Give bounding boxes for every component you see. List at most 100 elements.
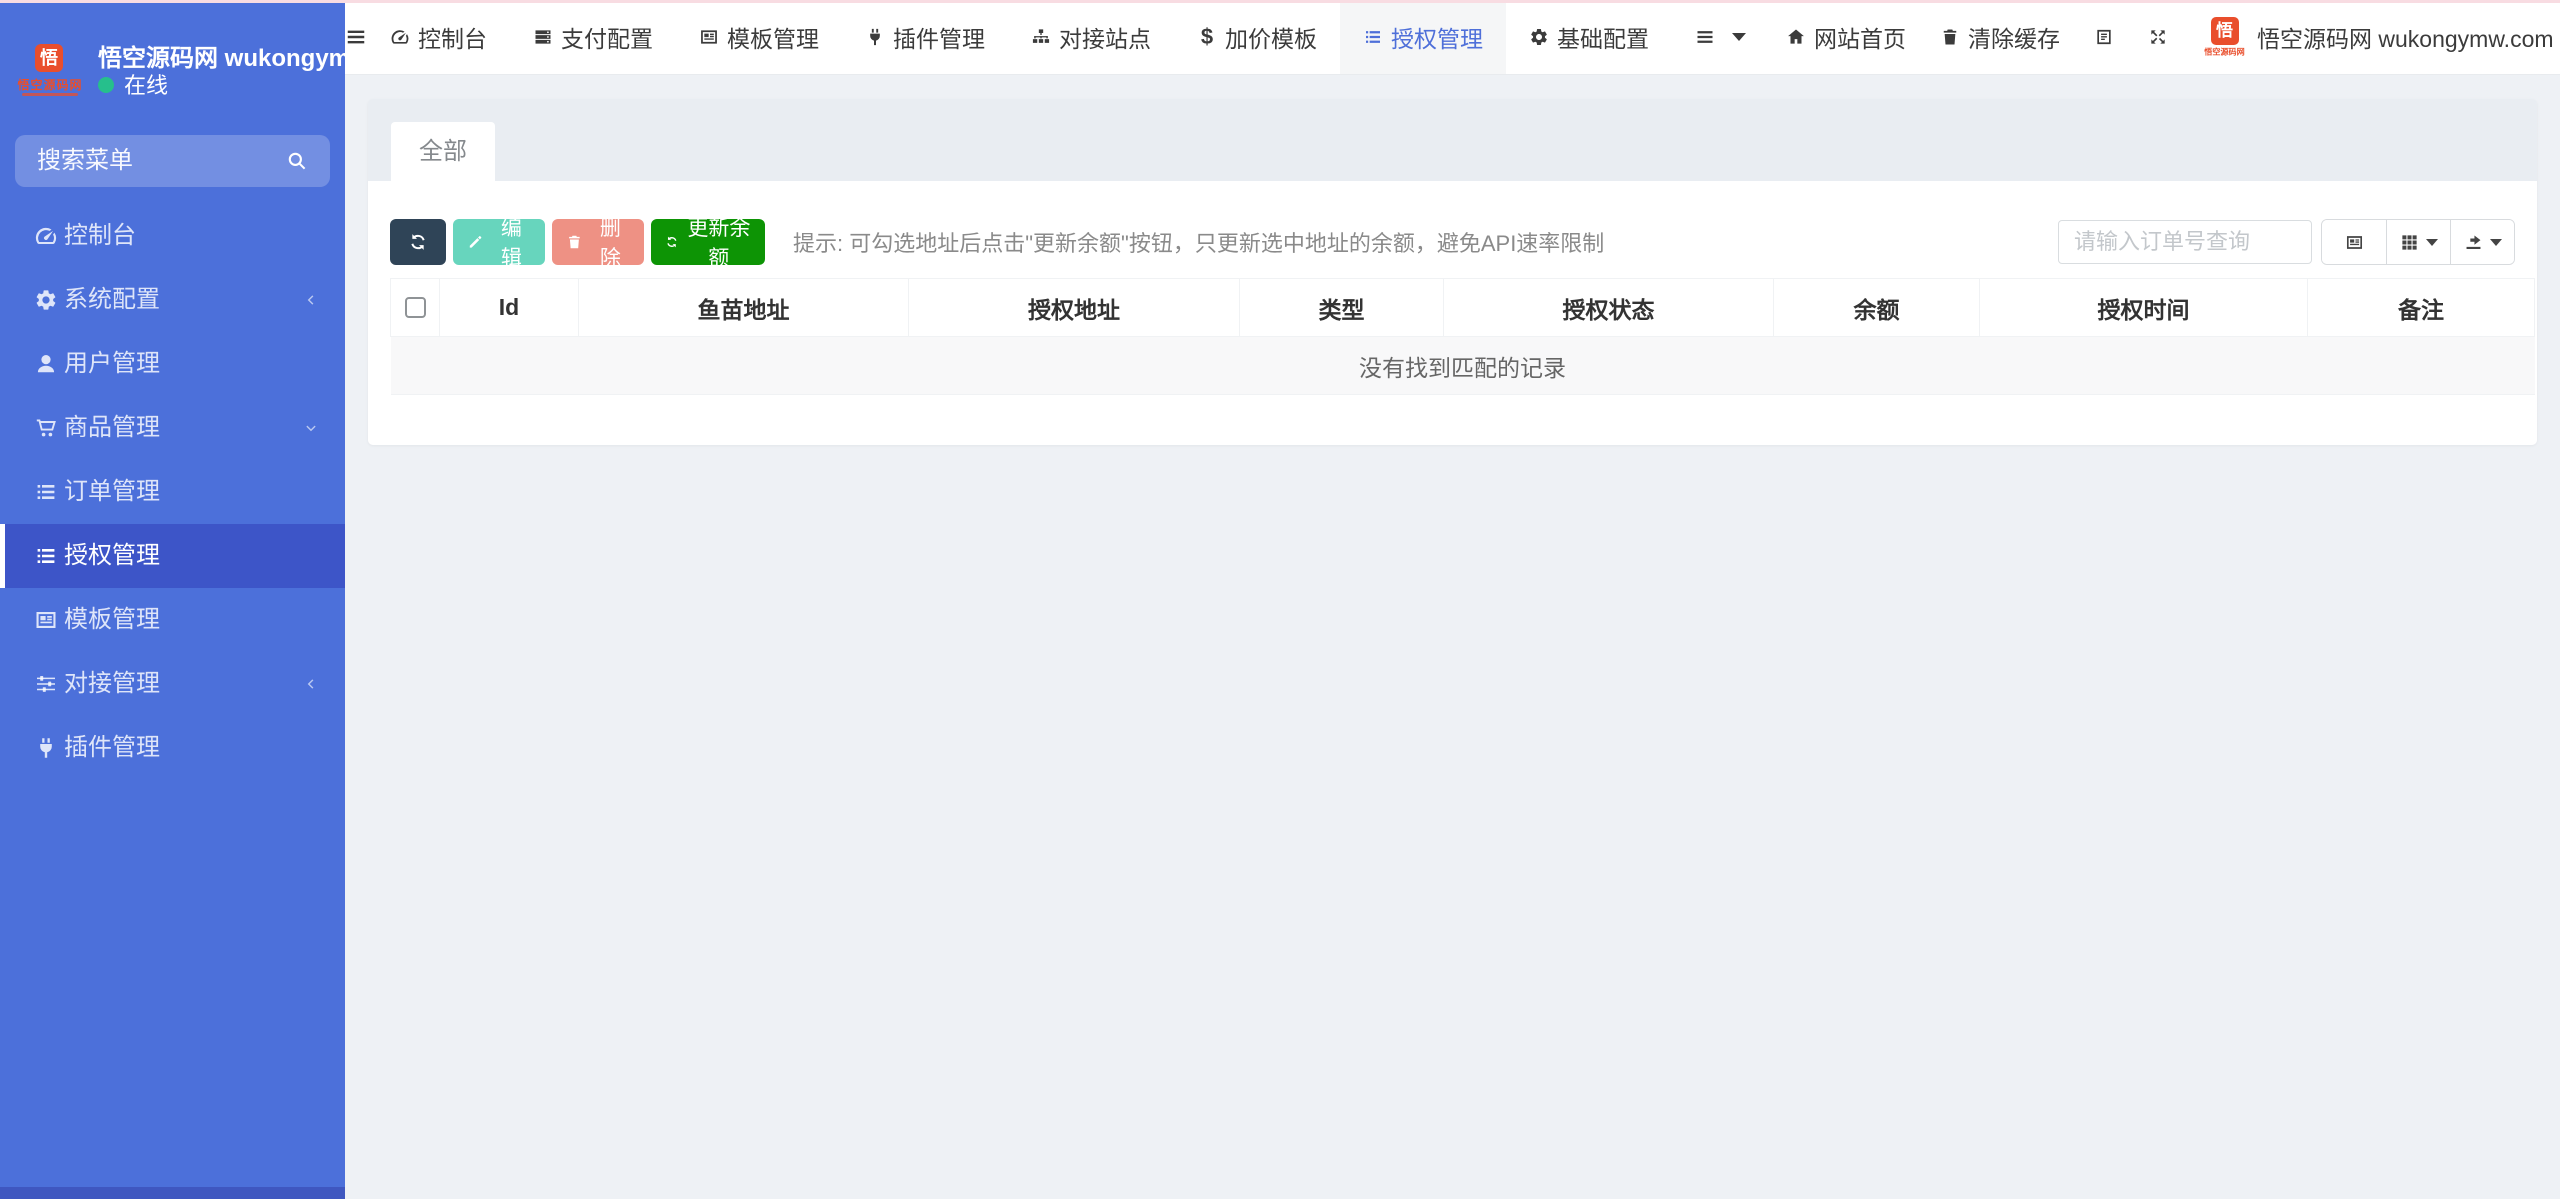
table-empty-row: 没有找到匹配的记录 — [391, 337, 2535, 395]
select-all-checkbox[interactable] — [405, 297, 426, 318]
sidebar: 悟 悟空源码网 悟空源码网 wukongymw.com 在线 控制台系统配置用户… — [0, 0, 345, 1199]
search-icon[interactable] — [286, 150, 308, 172]
chevron-left-icon — [303, 292, 319, 308]
tab-all[interactable]: 全部 — [391, 122, 495, 181]
sidebar-search-input[interactable] — [35, 135, 285, 187]
nav-item-label: 授权管理 — [1391, 20, 1483, 54]
dollar-icon: $ — [1197, 27, 1217, 47]
nav-item-基础配置[interactable]: 基础配置 — [1506, 0, 1672, 74]
refresh-button[interactable] — [390, 219, 446, 265]
language[interactable] — [2077, 0, 2131, 74]
nav-item-插件管理[interactable]: 插件管理 — [842, 0, 1008, 74]
auth-table: Id鱼苗地址授权地址类型授权状态余额授权时间备注 没有找到匹配的记录 — [390, 278, 2535, 395]
refresh-icon — [665, 233, 679, 251]
sidebar-item-8[interactable]: 对接管理 — [0, 652, 345, 716]
caret-down-icon — [2490, 239, 2502, 246]
delete-button[interactable]: 删除 — [552, 219, 644, 265]
panel-body: 编辑 删除 更新余额 提示: 可勾选地址后点击"更新余额"按钮，只更新选中地址的… — [368, 181, 2537, 445]
plug-icon — [34, 736, 58, 760]
site-home[interactable]: 网站首页 — [1769, 0, 1923, 74]
sidebar-item-4[interactable]: 商品管理 — [0, 396, 345, 460]
top-navbar: 控制台 支付配置模板管理 插件管理 对接站点 $ 加价模板 授权管理 基础配置 网站首页 清除缓… — [345, 0, 2560, 75]
nav-item-label: 基础配置 — [1557, 20, 1649, 54]
refresh-icon — [408, 232, 428, 252]
nav-item-对接站点[interactable]: 对接站点 — [1008, 0, 1174, 74]
brand-logo: 悟 — [35, 44, 63, 72]
column-header-Id: Id — [440, 279, 579, 337]
nav-item-label: 对接站点 — [1059, 20, 1151, 54]
sidebar-item-7[interactable]: 模板管理 — [0, 588, 345, 652]
list-alt-icon — [2345, 233, 2364, 252]
gear-icon — [34, 288, 58, 312]
sidebar-item-label: 模板管理 — [64, 588, 160, 652]
fullscreen[interactable] — [2131, 0, 2185, 74]
empty-message: 没有找到匹配的记录 — [391, 337, 2535, 395]
navbar-actions: 网站首页 清除缓存 悟悟空源码网悟空源码网 wukongymw.com — [1769, 0, 2560, 74]
user-icon — [34, 352, 58, 376]
sidebar-item-6[interactable]: 授权管理 — [0, 524, 345, 588]
sidebar-toggle-button[interactable] — [345, 0, 367, 74]
edit-button[interactable]: 编辑 — [453, 219, 545, 265]
update-balance-button[interactable]: 更新余额 — [651, 219, 765, 265]
panel: 全部 编辑 删除 更新余额 提示: 可勾选地址后点击"更新余额"按钮，只更新选中… — [368, 99, 2537, 445]
nav-item-加价模板[interactable]: $ 加价模板 — [1174, 0, 1340, 74]
sidebar-collapse-bar[interactable] — [0, 1187, 345, 1199]
clear-cache[interactable]: 清除缓存 — [1923, 0, 2077, 74]
dashboard-icon — [390, 27, 410, 47]
grid-icon — [2400, 233, 2419, 252]
sidebar-item-label: 系统配置 — [64, 268, 160, 332]
nav-item-模板管理[interactable]: 模板管理 — [676, 0, 842, 74]
export-icon — [2464, 233, 2483, 252]
order-search-input[interactable] — [2058, 220, 2312, 264]
chevron-down-icon — [303, 420, 319, 436]
avatar: 悟悟空源码网 — [2202, 17, 2247, 58]
sidebar-item-3[interactable]: 用户管理 — [0, 332, 345, 396]
column-header-授权状态: 授权状态 — [1444, 279, 1774, 337]
template-icon — [699, 27, 719, 47]
sidebar-item-5[interactable]: 订单管理 — [0, 460, 345, 524]
column-header-授权地址: 授权地址 — [909, 279, 1240, 337]
nav-more-dropdown[interactable] — [1672, 0, 1769, 74]
sidebar-item-2[interactable]: 系统配置 — [0, 268, 345, 332]
nav-item-授权管理[interactable]: 授权管理 — [1340, 0, 1506, 74]
brand[interactable]: 悟 悟空源码网 悟空源码网 wukongymw.com 在线 — [0, 0, 345, 120]
common-search-toggle-button[interactable] — [2322, 220, 2386, 264]
list-icon — [1363, 27, 1383, 47]
column-header-余额: 余额 — [1774, 279, 1980, 337]
sidebar-item-label: 对接管理 — [64, 652, 160, 716]
table-view-button-group — [2321, 219, 2515, 265]
export-dropdown-button[interactable] — [2450, 220, 2514, 264]
fullscreen-icon — [2148, 27, 2168, 47]
language-icon — [2094, 27, 2114, 47]
sidebar-search — [15, 135, 330, 187]
chevron-left-icon — [303, 676, 319, 692]
nav-item-支付配置[interactable]: 支付配置 — [510, 0, 676, 74]
nav-item-label: 清除缓存 — [1968, 20, 2060, 54]
home-icon — [1786, 27, 1806, 47]
column-header-类型: 类型 — [1240, 279, 1444, 337]
sidebar-item-label: 控制台 — [64, 204, 136, 268]
nav-item-label: 支付配置 — [561, 20, 653, 54]
toolbar: 编辑 删除 更新余额 提示: 可勾选地址后点击"更新余额"按钮，只更新选中地址的… — [390, 219, 2515, 265]
bars-icon — [1695, 27, 1715, 47]
nav-item-label: 加价模板 — [1225, 20, 1317, 54]
cart-icon — [34, 416, 58, 440]
nav-item-控制台[interactable]: 控制台 — [367, 0, 510, 74]
sidebar-item-1[interactable]: 控制台 — [0, 204, 345, 268]
dashboard-icon — [34, 224, 58, 248]
list-icon — [34, 544, 58, 568]
select-all-header-cell — [391, 279, 440, 337]
nav-item-label: 插件管理 — [893, 20, 985, 54]
sitemap-icon — [1031, 27, 1051, 47]
admin-profile[interactable]: 悟悟空源码网悟空源码网 wukongymw.com — [2185, 0, 2560, 74]
gear-icon — [1529, 27, 1549, 47]
main-content: 全部 编辑 删除 更新余额 提示: 可勾选地址后点击"更新余额"按钮，只更新选中… — [345, 75, 2560, 1199]
nav-item-label: 悟空源码网 wukongymw.com — [2257, 20, 2554, 54]
sidebar-item-label: 用户管理 — [64, 332, 160, 396]
columns-dropdown-button[interactable] — [2386, 220, 2450, 264]
list-icon — [34, 480, 58, 504]
table-header-row: Id鱼苗地址授权地址类型授权状态余额授权时间备注 — [391, 279, 2535, 337]
sidebar-item-9[interactable]: 插件管理 — [0, 716, 345, 780]
sliders-icon — [34, 672, 58, 696]
sidebar-item-label: 授权管理 — [64, 524, 160, 588]
